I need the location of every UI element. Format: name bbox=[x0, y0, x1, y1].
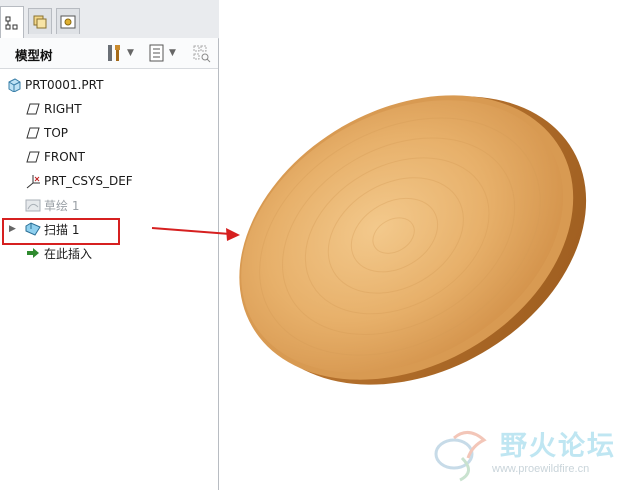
watermark: 野火论坛 www.proewildfire.cn bbox=[430, 420, 639, 490]
insert-arrow-icon bbox=[25, 245, 41, 261]
part-icon bbox=[6, 77, 22, 93]
tree-node-label: PRT_CSYS_DEF bbox=[44, 174, 133, 188]
tree-node-front[interactable]: FRONT bbox=[25, 147, 85, 167]
tree-node-label: RIGHT bbox=[44, 102, 82, 116]
datum-plane-icon bbox=[25, 125, 41, 141]
settings-button[interactable]: ▼ bbox=[104, 42, 134, 64]
settings-tools-icon bbox=[108, 45, 120, 61]
chevron-down-icon: ▼ bbox=[127, 48, 134, 58]
model-tree-header: 模型树 ▼ ▼ bbox=[0, 38, 218, 69]
watermark-url: www.proewildfire.cn bbox=[492, 463, 590, 475]
tree-node-root[interactable]: PRT0001.PRT bbox=[6, 75, 103, 95]
tree-node-sketch[interactable]: 草绘 1 bbox=[25, 195, 79, 215]
tree-node-top[interactable]: TOP bbox=[25, 123, 68, 143]
tab-model-tree[interactable] bbox=[0, 6, 24, 39]
coordinate-system-icon bbox=[25, 173, 41, 189]
watermark-title: 野火论坛 bbox=[500, 431, 616, 462]
tree-node-label: 在此插入 bbox=[44, 246, 93, 261]
tree-node-label: PRT0001.PRT bbox=[25, 78, 104, 92]
tab-folder-browser[interactable] bbox=[28, 8, 52, 34]
show-list-icon bbox=[149, 44, 164, 62]
chevron-down-icon: ▼ bbox=[169, 48, 176, 58]
sketch-icon bbox=[25, 197, 41, 213]
tree-node-label: 草绘 1 bbox=[44, 198, 80, 213]
model-tree-icon bbox=[5, 16, 18, 30]
favorites-icon bbox=[60, 15, 76, 28]
tab-favorites[interactable] bbox=[56, 8, 80, 34]
folder-browser-icon bbox=[33, 15, 47, 28]
tree-node-csys[interactable]: PRT_CSYS_DEF bbox=[25, 171, 133, 191]
graphics-window[interactable] bbox=[220, 0, 639, 490]
panel-tab-strip bbox=[0, 0, 219, 39]
datum-plane-icon bbox=[25, 101, 41, 117]
filter-button[interactable] bbox=[192, 42, 212, 64]
model-tree-panel: 模型树 ▼ ▼ PRT0001.PRT RIGHT TOP FRONT PRT_… bbox=[0, 0, 219, 490]
watermark-logo bbox=[434, 431, 487, 482]
tree-node-right[interactable]: RIGHT bbox=[25, 99, 82, 119]
tree-node-label: FRONT bbox=[44, 150, 85, 164]
tree-node-insert-here[interactable]: 在此插入 bbox=[25, 243, 92, 263]
show-button[interactable]: ▼ bbox=[148, 42, 176, 64]
datum-plane-icon bbox=[25, 149, 41, 165]
highlight-box bbox=[2, 218, 120, 245]
filter-icon bbox=[193, 45, 211, 63]
model-tree-title: 模型树 bbox=[15, 48, 53, 63]
tree-node-label: TOP bbox=[44, 126, 69, 140]
